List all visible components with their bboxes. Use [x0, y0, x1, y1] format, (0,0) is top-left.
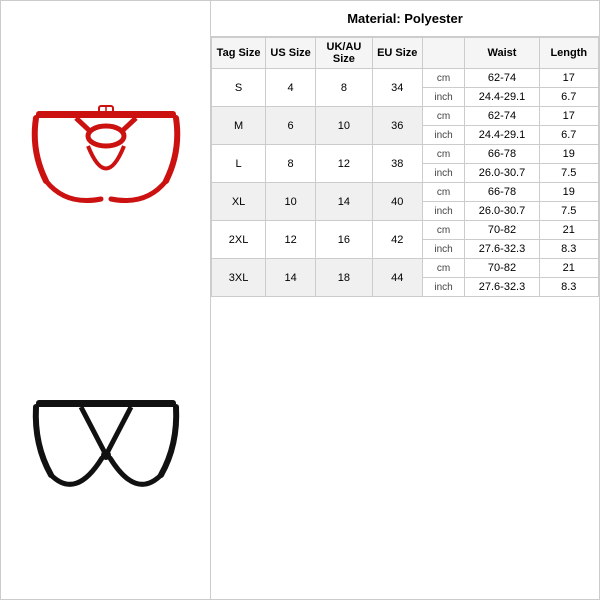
table-row: 3XL: [212, 259, 266, 297]
unit-cm: cm: [422, 221, 465, 240]
table-row: 36: [372, 107, 422, 145]
ukau-size-label: UK/AU Size: [327, 41, 362, 65]
us-size-label: US Size: [270, 47, 310, 59]
length-cm: 17: [539, 107, 598, 126]
waist-cm: 70-82: [465, 259, 539, 278]
table-row: 34: [372, 69, 422, 107]
unit-cm: cm: [422, 183, 465, 202]
length-inch: 6.7: [539, 88, 598, 107]
length-cm: 19: [539, 145, 598, 164]
material-label: Material: Polyester: [347, 11, 463, 26]
table-row: 12: [316, 145, 373, 183]
waist-cm: 62-74: [465, 107, 539, 126]
table-row: 40: [372, 183, 422, 221]
material-header: Material: Polyester: [211, 1, 599, 37]
images-column: [1, 1, 211, 599]
table-column: Material: Polyester Tag Size US Size UK/…: [211, 1, 599, 599]
waist-inch: 24.4-29.1: [465, 126, 539, 145]
unit-inch: inch: [422, 126, 465, 145]
length-inch: 8.3: [539, 278, 598, 297]
length-inch: 6.7: [539, 126, 598, 145]
table-row: L: [212, 145, 266, 183]
waist-inch: 24.4-29.1: [465, 88, 539, 107]
table-row: 18: [316, 259, 373, 297]
table-row: XL: [212, 183, 266, 221]
unit-cm: cm: [422, 145, 465, 164]
col-header-eu: EU Size: [372, 38, 422, 69]
table-row: 8: [266, 145, 316, 183]
table-row: 4: [266, 69, 316, 107]
waist-inch: 27.6-32.3: [465, 278, 539, 297]
col-header-length: Length: [539, 38, 598, 69]
length-label: Length: [550, 47, 587, 59]
waist-cm: 66-78: [465, 183, 539, 202]
waist-label: Waist: [488, 47, 517, 59]
table-row: 14: [316, 183, 373, 221]
length-inch: 7.5: [539, 202, 598, 221]
tag-size-label: Tag Size: [217, 47, 261, 59]
length-inch: 8.3: [539, 240, 598, 259]
table-row: 10: [316, 107, 373, 145]
table-row: 16: [316, 221, 373, 259]
eu-size-label: EU Size: [377, 47, 417, 59]
col-header-unit: [422, 38, 465, 69]
unit-cm: cm: [422, 259, 465, 278]
waist-cm: 66-78: [465, 145, 539, 164]
length-cm: 21: [539, 259, 598, 278]
col-header-ukau: UK/AU Size: [316, 38, 373, 69]
product-image-red: [21, 36, 191, 276]
table-row: 8: [316, 69, 373, 107]
unit-cm: cm: [422, 69, 465, 88]
length-cm: 17: [539, 69, 598, 88]
col-header-us: US Size: [266, 38, 316, 69]
length-inch: 7.5: [539, 164, 598, 183]
product-image-black: [21, 325, 191, 565]
size-table: Tag Size US Size UK/AU Size EU Size Wais…: [211, 37, 599, 297]
table-row: 14: [266, 259, 316, 297]
table-row: 44: [372, 259, 422, 297]
table-row: 12: [266, 221, 316, 259]
table-row: 42: [372, 221, 422, 259]
unit-inch: inch: [422, 240, 465, 259]
waist-cm: 62-74: [465, 69, 539, 88]
length-cm: 19: [539, 183, 598, 202]
table-row: S: [212, 69, 266, 107]
main-container: Material: Polyester Tag Size US Size UK/…: [0, 0, 600, 600]
waist-inch: 26.0-30.7: [465, 202, 539, 221]
unit-inch: inch: [422, 278, 465, 297]
table-row: 38: [372, 145, 422, 183]
col-header-waist: Waist: [465, 38, 539, 69]
unit-inch: inch: [422, 164, 465, 183]
waist-inch: 26.0-30.7: [465, 164, 539, 183]
unit-inch: inch: [422, 88, 465, 107]
table-row: M: [212, 107, 266, 145]
unit-cm: cm: [422, 107, 465, 126]
unit-inch: inch: [422, 202, 465, 221]
waist-inch: 27.6-32.3: [465, 240, 539, 259]
waist-cm: 70-82: [465, 221, 539, 240]
length-cm: 21: [539, 221, 598, 240]
table-row: 10: [266, 183, 316, 221]
table-row: 6: [266, 107, 316, 145]
table-row: 2XL: [212, 221, 266, 259]
col-header-tag: Tag Size: [212, 38, 266, 69]
